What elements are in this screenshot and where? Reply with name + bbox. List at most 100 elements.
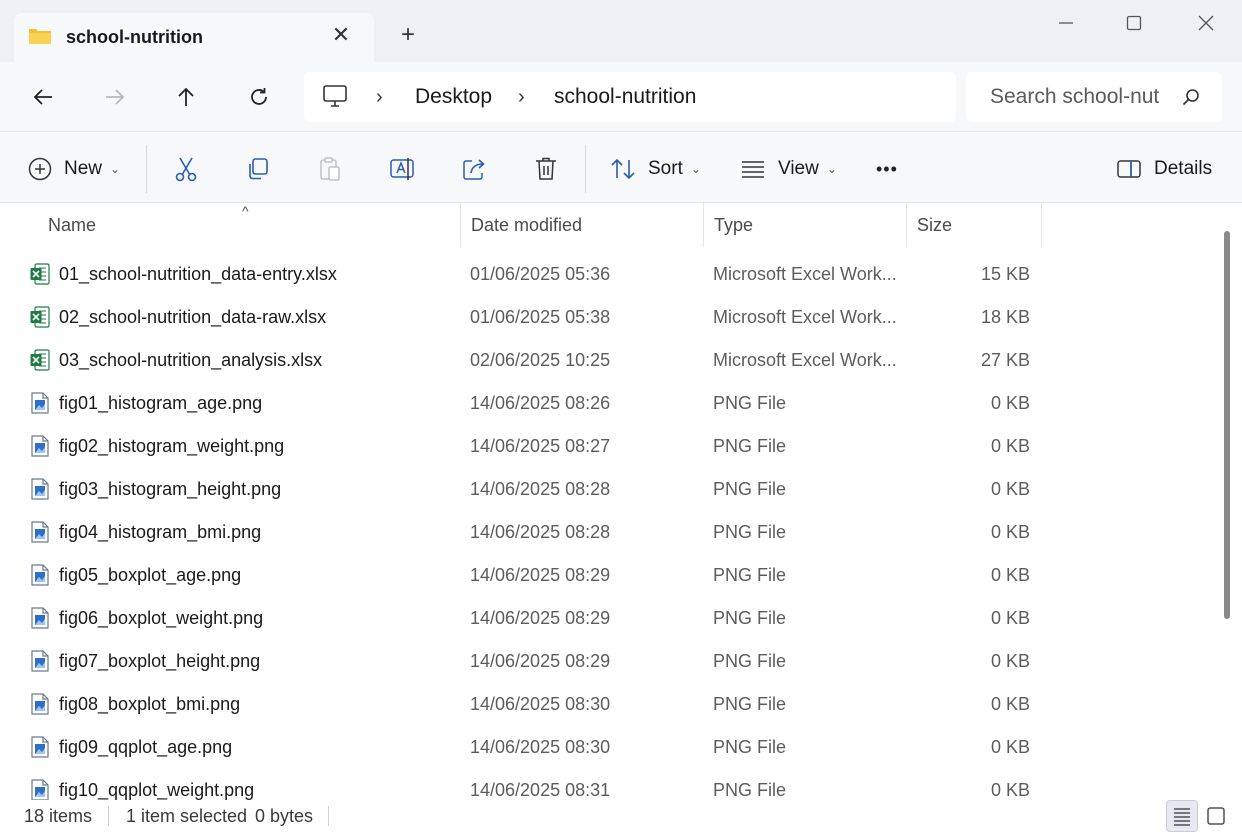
view-button[interactable]: View ⌄ <box>740 155 837 183</box>
close-icon[interactable] <box>1186 8 1226 38</box>
file-size: 0 KB <box>990 651 1030 671</box>
file-date-modified: 01/06/2025 05:36 <box>470 264 611 284</box>
column-header-type-label: Type <box>714 214 754 235</box>
file-date-modified: 14/06/2025 08:26 <box>470 393 611 413</box>
file-row[interactable]: fig08_boxplot_bmi.png 14/06/2025 08:30 PNG… <box>20 683 1040 726</box>
search-input[interactable]: Search school-nut <box>990 85 1170 109</box>
file-date-modified: 14/06/2025 08:30 <box>470 694 611 714</box>
tab-title: school-nutrition <box>66 27 203 47</box>
new-label: New <box>64 158 103 179</box>
png-file-icon <box>30 392 50 414</box>
file-row[interactable]: fig03_histogram_height.png 14/06/2025 08:… <box>20 468 1040 511</box>
file-row[interactable]: fig01_histogram_age.png 14/06/2025 08:26 P… <box>20 382 1040 425</box>
file-row[interactable]: fig06_boxplot_weight.png 14/06/2025 08:29… <box>20 597 1040 640</box>
tab-school-nutrition[interactable]: school-nutrition ✕ <box>14 13 374 62</box>
divider <box>146 145 147 193</box>
paste-icon <box>320 157 340 181</box>
file-row[interactable]: fig09_qqplot_age.png 14/06/2025 08:30 PNG … <box>20 726 1040 769</box>
search-box[interactable]: Search school-nut <box>966 72 1222 122</box>
vertical-scrollbar[interactable] <box>1224 231 1230 619</box>
file-date-modified: 14/06/2025 08:27 <box>470 436 611 456</box>
copy-icon <box>249 158 268 180</box>
breadcrumb-school-nutrition[interactable]: school-nutrition <box>554 85 696 109</box>
file-date-modified: 14/06/2025 08:28 <box>470 479 611 499</box>
breadcrumb-desktop[interactable]: Desktop <box>415 85 492 109</box>
maximize-icon[interactable] <box>1114 8 1154 38</box>
column-header-size[interactable]: Size <box>907 203 1042 247</box>
column-header-date-label: Date modified <box>471 214 583 235</box>
file-type: Microsoft Excel Work... <box>713 350 897 370</box>
file-list: ^ Name Date modified Type Size 01_school… <box>0 203 1242 800</box>
file-row[interactable]: 02_school-nutrition_data-raw.xlsx 01/06/2… <box>20 296 1040 339</box>
png-file-icon <box>30 435 50 457</box>
up-icon[interactable] <box>170 82 202 112</box>
file-name: fig05_boxplot_age.png <box>59 565 242 585</box>
file-size: 0 KB <box>990 522 1030 542</box>
details-view-toggle-icon[interactable] <box>1166 800 1198 832</box>
excel-file-icon <box>30 263 50 285</box>
file-size: 0 KB <box>990 479 1030 499</box>
file-type: PNG File <box>713 565 787 585</box>
file-row[interactable]: fig07_boxplot_height.png 14/06/2025 08:29… <box>20 640 1040 683</box>
file-row[interactable]: fig02_histogram_weight.png 14/06/2025 08:… <box>20 425 1040 468</box>
excel-file-icon <box>30 306 50 328</box>
file-name: 01_school-nutrition_data-entry.xlsx <box>59 264 337 284</box>
png-file-icon <box>30 650 50 672</box>
file-name: fig01_histogram_age.png <box>59 393 263 413</box>
file-size: 0 KB <box>990 436 1030 456</box>
copy-button[interactable] <box>246 155 270 183</box>
share-button[interactable] <box>462 155 488 183</box>
new-tab-button[interactable]: + <box>396 23 420 48</box>
file-row[interactable]: fig04_histogram_bmi.png 14/06/2025 08:28 P… <box>20 511 1040 554</box>
file-type: PNG File <box>713 479 787 499</box>
delete-button[interactable] <box>534 155 558 183</box>
column-header-date[interactable]: Date modified <box>461 203 704 247</box>
rename-button[interactable] <box>389 155 415 183</box>
thumbnails-view-toggle-icon[interactable] <box>1200 800 1232 832</box>
file-type: PNG File <box>713 694 787 714</box>
rename-icon <box>390 158 414 180</box>
file-name: fig08_boxplot_bmi.png <box>59 694 241 714</box>
file-row[interactable]: fig05_boxplot_age.png 14/06/2025 08:29 PNG… <box>20 554 1040 597</box>
this-pc-icon[interactable] <box>322 84 348 108</box>
png-file-icon <box>30 607 50 629</box>
file-name: fig06_boxplot_weight.png <box>59 608 264 628</box>
back-icon[interactable] <box>27 82 59 112</box>
minimize-icon[interactable] <box>1046 8 1086 38</box>
selection-size: 0 bytes <box>255 806 314 826</box>
view-label: View <box>778 158 819 179</box>
png-file-icon <box>30 564 50 586</box>
sort-button[interactable]: Sort ⌄ <box>610 155 701 183</box>
file-name: fig10_qqplot_weight.png <box>59 780 255 800</box>
sort-icon <box>611 158 635 180</box>
details-pane-icon <box>1117 160 1141 178</box>
details-button[interactable]: Details <box>1116 155 1212 183</box>
breadcrumb-separator-icon[interactable]: › <box>376 86 383 109</box>
file-row[interactable]: fig10_qqplot_weight.png 14/06/2025 08:31 P… <box>20 769 1040 800</box>
share-icon <box>463 159 485 180</box>
column-header-name-label: Name <box>48 214 97 235</box>
more-options-icon[interactable]: ••• <box>876 155 898 183</box>
file-type: PNG File <box>713 522 787 542</box>
chevron-down-icon: ⌄ <box>826 162 837 176</box>
selection-count: 1 item selected <box>126 806 248 826</box>
chevron-down-icon: ⌄ <box>110 162 121 176</box>
file-name: fig09_qqplot_age.png <box>59 737 233 757</box>
new-button[interactable]: New ⌄ <box>28 155 120 183</box>
chevron-down-icon: ⌄ <box>690 162 701 176</box>
png-file-icon <box>30 779 50 800</box>
file-date-modified: 14/06/2025 08:28 <box>470 522 611 542</box>
tab-close-icon[interactable]: ✕ <box>330 24 352 47</box>
file-row[interactable]: 01_school-nutrition_data-entry.xlsx 01/06… <box>20 253 1040 296</box>
address-bar[interactable]: › Desktop › school-nutrition <box>304 72 956 122</box>
cut-button[interactable] <box>174 155 198 183</box>
search-icon[interactable] <box>1182 88 1200 106</box>
file-date-modified: 14/06/2025 08:29 <box>470 565 611 585</box>
divider <box>585 145 586 193</box>
file-row[interactable]: 03_school-nutrition_analysis.xlsx 02/06/2… <box>20 339 1040 382</box>
column-header-type[interactable]: Type <box>704 203 907 247</box>
breadcrumb-separator-icon[interactable]: › <box>518 86 525 109</box>
column-header-name[interactable]: Name <box>38 203 461 247</box>
refresh-icon[interactable] <box>243 82 275 112</box>
file-name: fig07_boxplot_height.png <box>59 651 261 671</box>
